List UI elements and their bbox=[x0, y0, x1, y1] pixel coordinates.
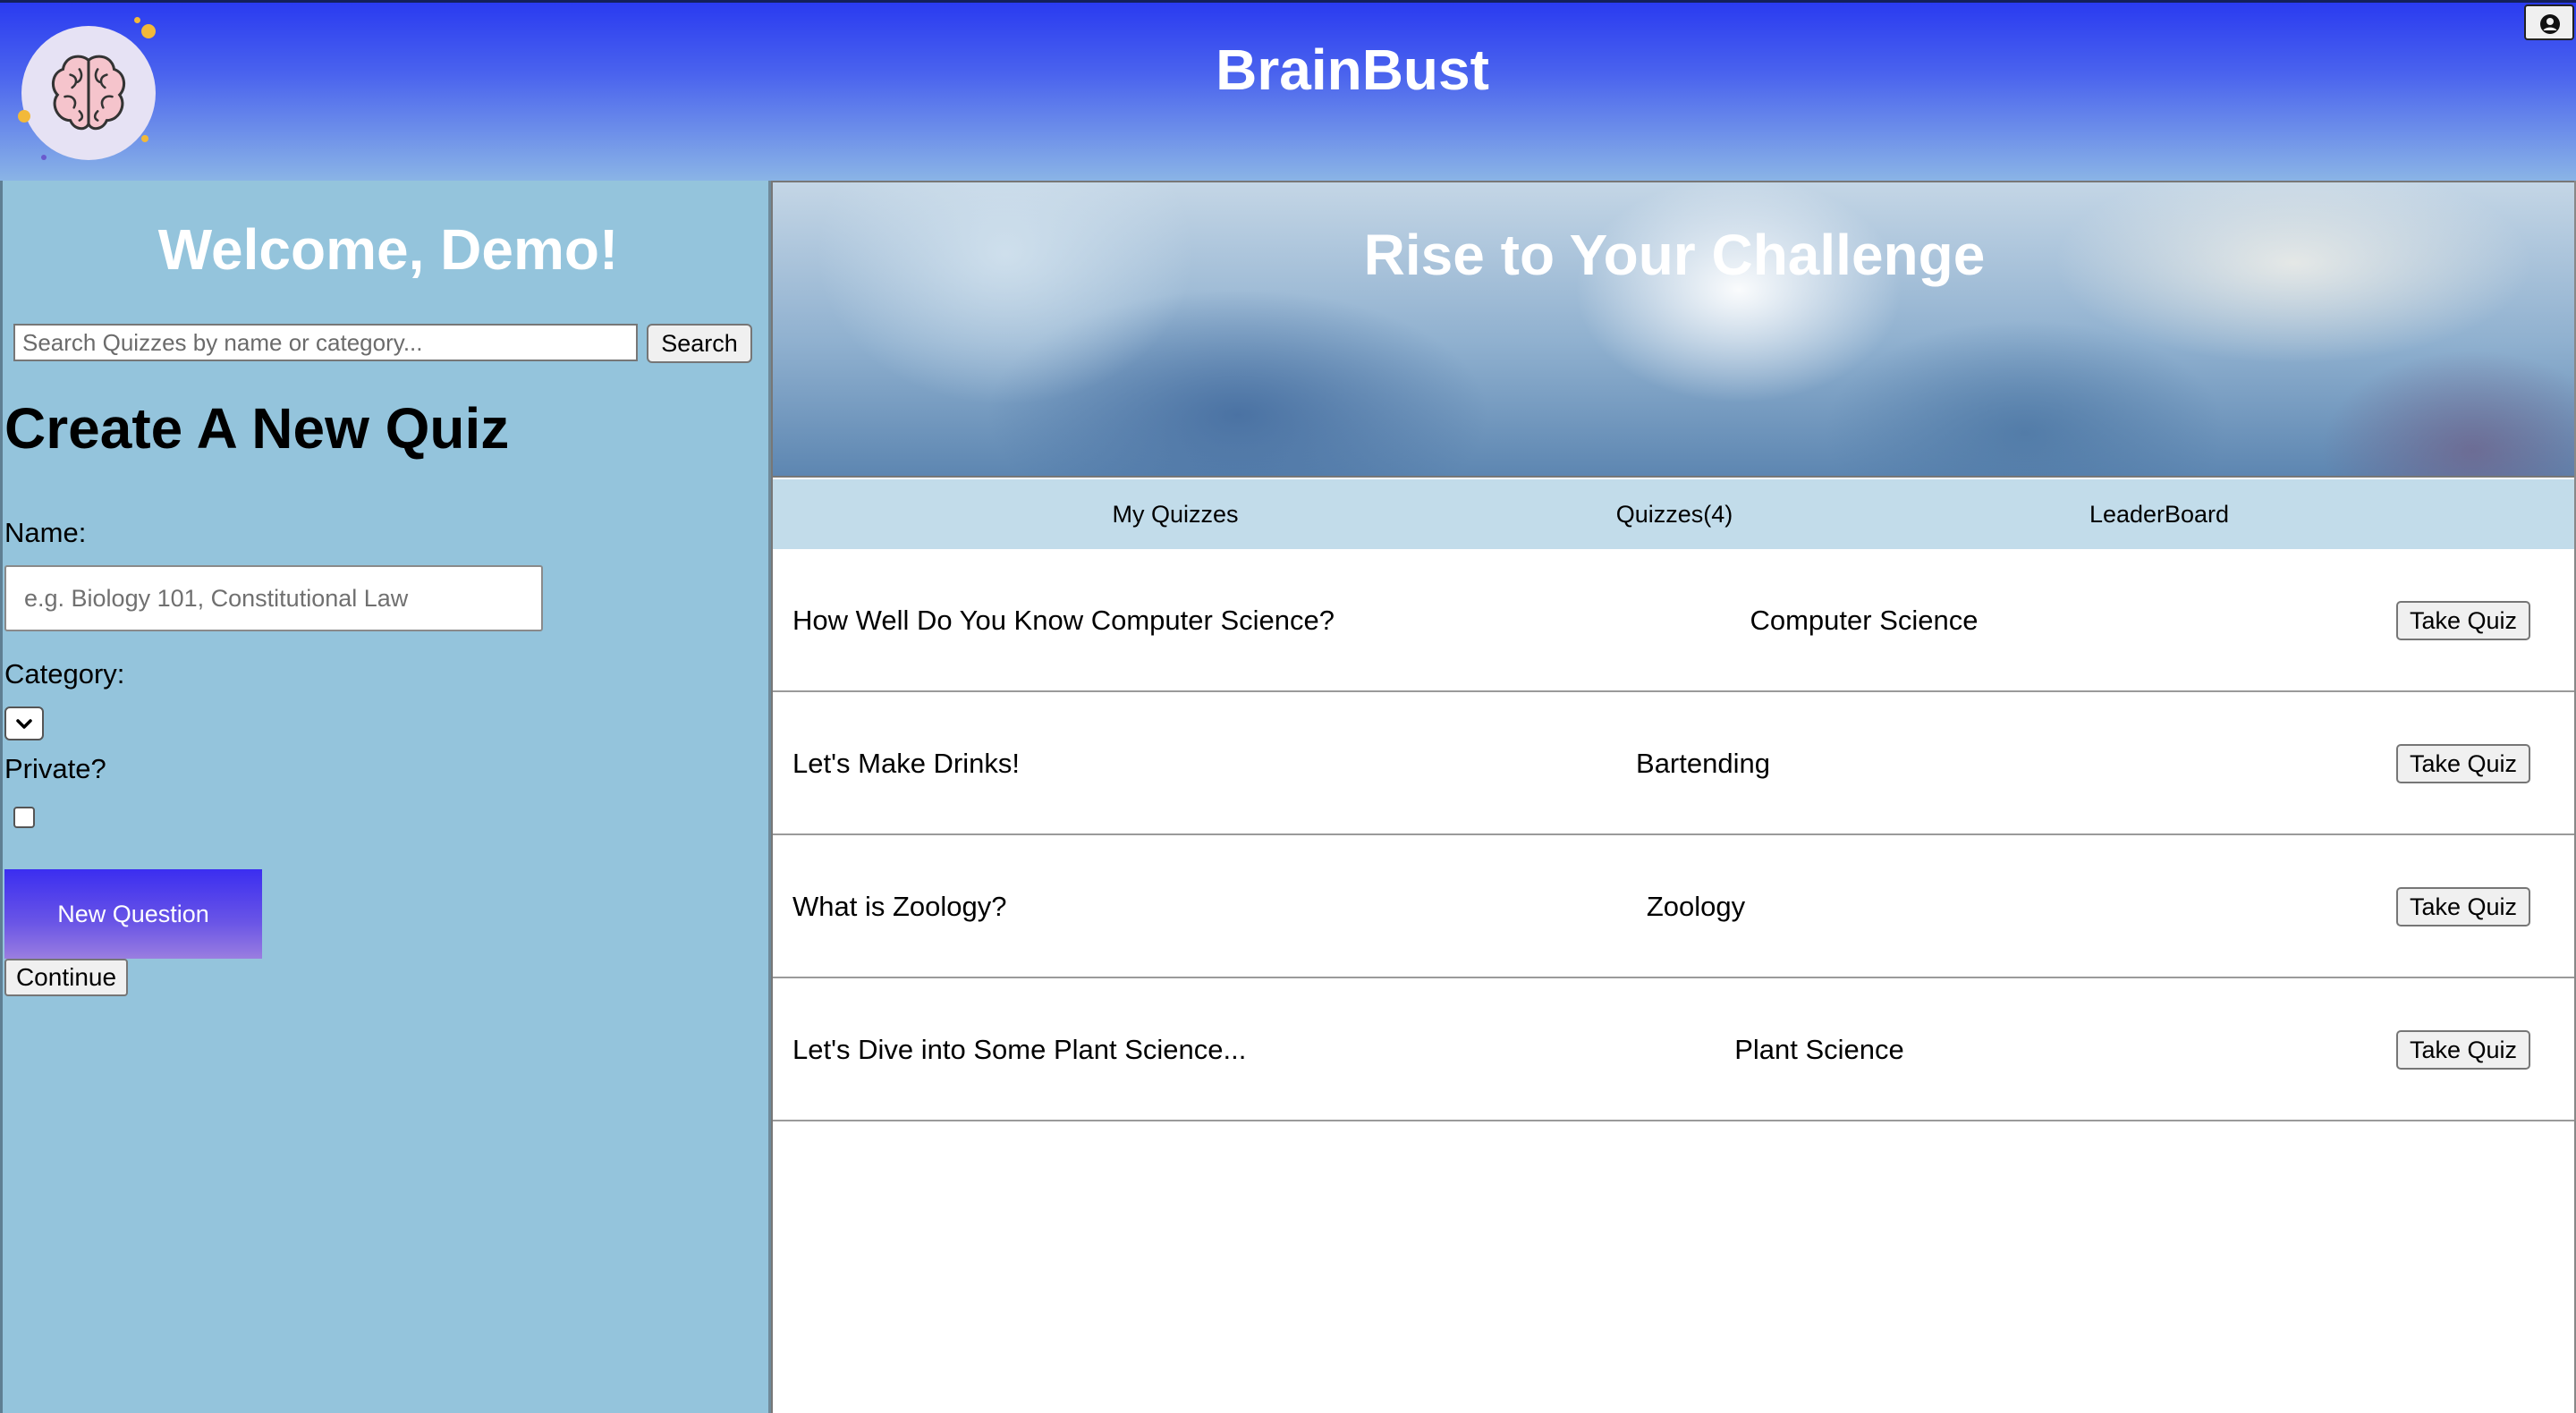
search-input[interactable] bbox=[13, 324, 638, 361]
quiz-name: What is Zoology? bbox=[792, 891, 1007, 922]
search-button[interactable]: Search bbox=[647, 324, 752, 363]
main-panel: Rise to Your Challenge My Quizzes Quizze… bbox=[771, 181, 2576, 1413]
quiz-row: How Well Do You Know Computer Science? C… bbox=[773, 549, 2576, 692]
quiz-name: Let's Dive into Some Plant Science... bbox=[792, 1034, 1247, 1065]
logo-decor-dot bbox=[18, 110, 30, 123]
welcome-heading: Welcome, Demo! bbox=[157, 217, 619, 282]
quiz-name-input[interactable] bbox=[4, 565, 543, 631]
category-label: Category: bbox=[4, 658, 125, 690]
continue-button[interactable]: Continue bbox=[4, 959, 128, 996]
user-circle-icon bbox=[2540, 14, 2560, 34]
quiz-row: What is Zoology? Zoology Take Quiz bbox=[773, 835, 2576, 978]
quiz-category: Plant Science bbox=[1734, 1034, 1904, 1065]
tab-quizzes[interactable]: Quizzes(4) bbox=[1451, 501, 1898, 529]
app-header: BrainBust bbox=[0, 0, 2576, 181]
create-quiz-title: Create A New Quiz bbox=[4, 396, 510, 461]
tab-leaderboard[interactable]: LeaderBoard bbox=[1936, 501, 2383, 529]
app-title: BrainBust bbox=[1216, 38, 1489, 102]
logo-decor-dot bbox=[141, 135, 148, 142]
quiz-name: Let's Make Drinks! bbox=[792, 748, 1020, 779]
logo-decor-dot bbox=[134, 17, 140, 23]
quiz-category: Computer Science bbox=[1750, 605, 1979, 636]
take-quiz-button[interactable]: Take Quiz bbox=[2396, 744, 2530, 783]
name-label: Name: bbox=[4, 517, 87, 548]
take-quiz-button[interactable]: Take Quiz bbox=[2396, 1030, 2530, 1070]
private-label: Private? bbox=[4, 753, 106, 784]
quiz-row: Let's Make Drinks! Bartending Take Quiz bbox=[773, 692, 2576, 835]
sidebar: Welcome, Demo! Search Create A New Quiz … bbox=[0, 181, 771, 1413]
take-quiz-button[interactable]: Take Quiz bbox=[2396, 601, 2530, 640]
tab-my-quizzes[interactable]: My Quizzes bbox=[952, 501, 1399, 529]
banner-image: Rise to Your Challenge bbox=[773, 182, 2576, 478]
quiz-category: Bartending bbox=[1636, 748, 1770, 779]
banner-title: Rise to Your Challenge bbox=[1363, 223, 1986, 287]
profile-button[interactable] bbox=[2524, 4, 2574, 40]
logo-decor-dot bbox=[41, 155, 47, 160]
quiz-tabs: My Quizzes Quizzes(4) LeaderBoard bbox=[773, 479, 2576, 549]
quiz-category: Zoology bbox=[1646, 891, 1746, 922]
quiz-row: Let's Dive into Some Plant Science... Pl… bbox=[773, 978, 2576, 1121]
quiz-name: How Well Do You Know Computer Science? bbox=[792, 605, 1335, 636]
category-select[interactable] bbox=[4, 706, 44, 740]
new-question-button[interactable]: New Question bbox=[4, 869, 262, 959]
chevron-down-icon bbox=[16, 719, 32, 729]
take-quiz-button[interactable]: Take Quiz bbox=[2396, 887, 2530, 926]
private-checkbox[interactable] bbox=[13, 807, 35, 828]
